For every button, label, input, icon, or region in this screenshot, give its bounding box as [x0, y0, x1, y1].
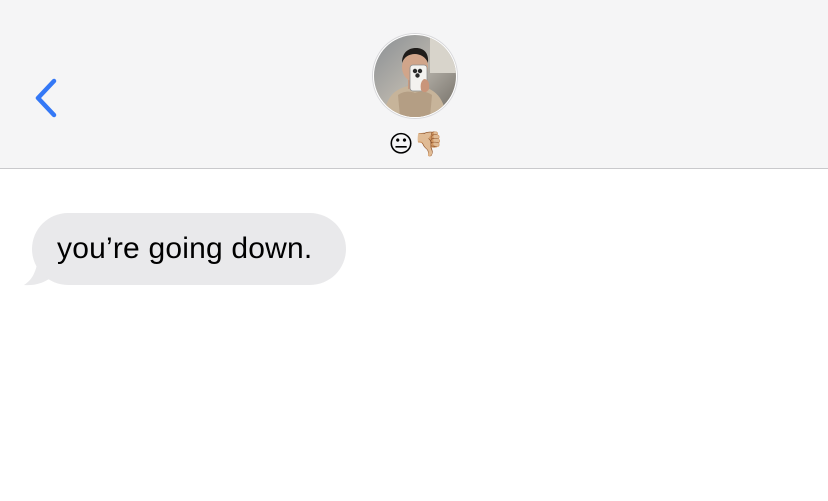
conversation-header: 😐👎🏼 — [0, 0, 828, 169]
avatar-photo — [374, 35, 456, 117]
back-button[interactable] — [24, 70, 68, 126]
contact-status-emoji: 😐👎🏼 — [388, 130, 444, 158]
incoming-message-bubble[interactable]: you’re going down. — [32, 213, 347, 285]
messages-screen: 😐👎🏼 you’re going down. — [0, 0, 828, 501]
contact-avatar[interactable] — [373, 34, 457, 118]
chevron-left-icon — [35, 78, 57, 118]
message-text: you’re going down. — [57, 232, 313, 265]
